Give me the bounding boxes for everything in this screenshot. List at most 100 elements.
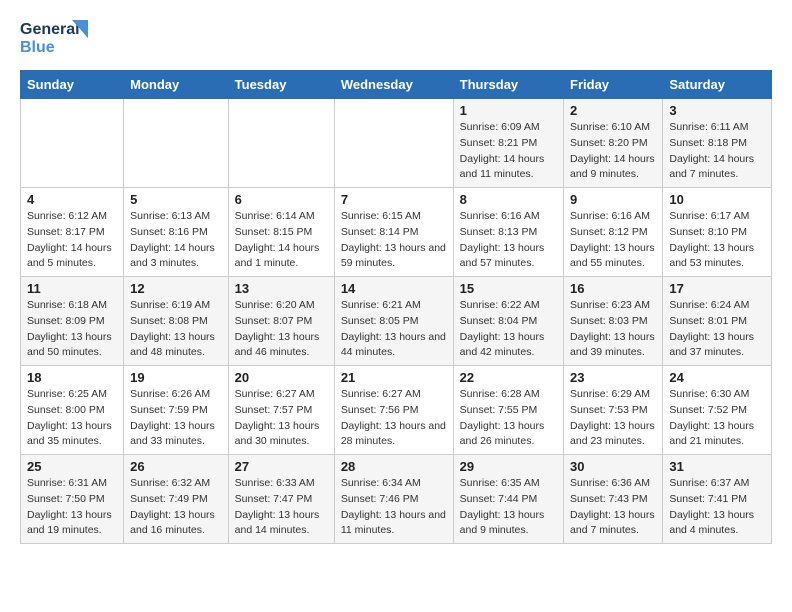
calendar-cell: 6Sunrise: 6:14 AMSunset: 8:15 PMDaylight…: [228, 188, 334, 277]
calendar-cell: [228, 99, 334, 188]
day-info: Sunrise: 6:36 AMSunset: 7:43 PMDaylight:…: [570, 476, 656, 539]
calendar-cell: 24 Sunrise: 6:30 AMSunset: 7:52 PMDayligh…: [663, 366, 772, 455]
calendar-cell: [124, 99, 229, 188]
day-number: 23: [570, 370, 656, 385]
day-number: 8: [460, 192, 557, 207]
calendar-cell: [334, 99, 453, 188]
day-info: Sunrise: 6:18 AMSunset: 8:09 PMDaylight:…: [27, 298, 117, 361]
calendar-cell: 14 Sunrise: 6:21 AMSunset: 8:05 PMDayligh…: [334, 277, 453, 366]
page-header: GeneralBlue: [20, 16, 772, 58]
day-number: 12: [130, 281, 222, 296]
day-info: Sunrise: 6:35 AMSunset: 7:44 PMDaylight:…: [460, 476, 557, 539]
calendar-table: SundayMondayTuesdayWednesdayThursdayFrid…: [20, 70, 772, 544]
svg-text:Blue: Blue: [20, 39, 55, 56]
day-info: Sunrise: 6:30 AMSunset: 7:52 PMDaylight:…: [669, 387, 765, 450]
day-info: Sunrise: 6:13 AMSunset: 8:16 PMDaylight:…: [130, 209, 222, 272]
day-info: Sunrise: 6:33 AMSunset: 7:47 PMDaylight:…: [235, 476, 328, 539]
logo-icon: GeneralBlue: [20, 16, 92, 58]
day-info: Sunrise: 6:28 AMSunset: 7:55 PMDaylight:…: [460, 387, 557, 450]
day-number: 24: [669, 370, 765, 385]
header-friday: Friday: [564, 71, 663, 99]
day-number: 11: [27, 281, 117, 296]
day-info: Sunrise: 6:21 AMSunset: 8:05 PMDaylight:…: [341, 298, 447, 361]
week-row-4: 18 Sunrise: 6:25 AMSunset: 8:00 PMDayligh…: [21, 366, 772, 455]
day-number: 19: [130, 370, 222, 385]
day-info: Sunrise: 6:09 AMSunset: 8:21 PMDaylight:…: [460, 120, 557, 183]
day-info: Sunrise: 6:16 AMSunset: 8:12 PMDaylight:…: [570, 209, 656, 272]
day-info: Sunrise: 6:10 AMSunset: 8:20 PMDaylight:…: [570, 120, 656, 183]
calendar-cell: 15 Sunrise: 6:22 AMSunset: 8:04 PMDayligh…: [453, 277, 563, 366]
day-info: Sunrise: 6:32 AMSunset: 7:49 PMDaylight:…: [130, 476, 222, 539]
day-number: 7: [341, 192, 447, 207]
week-row-1: 1 Sunrise: 6:09 AMSunset: 8:21 PMDaylight…: [21, 99, 772, 188]
calendar-header: SundayMondayTuesdayWednesdayThursdayFrid…: [21, 71, 772, 99]
calendar-cell: [21, 99, 124, 188]
calendar-cell: 1 Sunrise: 6:09 AMSunset: 8:21 PMDaylight…: [453, 99, 563, 188]
calendar-cell: 10 Sunrise: 6:17 AMSunset: 8:10 PMDayligh…: [663, 188, 772, 277]
calendar-cell: 25Sunrise: 6:31 AMSunset: 7:50 PMDayligh…: [21, 455, 124, 544]
day-number: 17: [669, 281, 765, 296]
week-row-2: 4 Sunrise: 6:12 AMSunset: 8:17 PMDaylight…: [21, 188, 772, 277]
calendar-cell: 7 Sunrise: 6:15 AMSunset: 8:14 PMDaylight…: [334, 188, 453, 277]
header-monday: Monday: [124, 71, 229, 99]
day-info: Sunrise: 6:23 AMSunset: 8:03 PMDaylight:…: [570, 298, 656, 361]
day-number: 6: [235, 192, 328, 207]
day-info: Sunrise: 6:12 AMSunset: 8:17 PMDaylight:…: [27, 209, 117, 272]
day-info: Sunrise: 6:29 AMSunset: 7:53 PMDaylight:…: [570, 387, 656, 450]
calendar-cell: 27 Sunrise: 6:33 AMSunset: 7:47 PMDayligh…: [228, 455, 334, 544]
day-info: Sunrise: 6:22 AMSunset: 8:04 PMDaylight:…: [460, 298, 557, 361]
day-info: Sunrise: 6:24 AMSunset: 8:01 PMDaylight:…: [669, 298, 765, 361]
calendar-cell: 5 Sunrise: 6:13 AMSunset: 8:16 PMDaylight…: [124, 188, 229, 277]
day-info: Sunrise: 6:27 AMSunset: 7:56 PMDaylight:…: [341, 387, 447, 450]
calendar-cell: 20 Sunrise: 6:27 AMSunset: 7:57 PMDayligh…: [228, 366, 334, 455]
calendar-cell: 18 Sunrise: 6:25 AMSunset: 8:00 PMDayligh…: [21, 366, 124, 455]
calendar-body: 1 Sunrise: 6:09 AMSunset: 8:21 PMDaylight…: [21, 99, 772, 544]
header-thursday: Thursday: [453, 71, 563, 99]
day-number: 29: [460, 459, 557, 474]
header-wednesday: Wednesday: [334, 71, 453, 99]
day-info: Sunrise: 6:17 AMSunset: 8:10 PMDaylight:…: [669, 209, 765, 272]
day-info: Sunrise: 6:31 AMSunset: 7:50 PMDaylight:…: [27, 476, 117, 539]
calendar-cell: 16 Sunrise: 6:23 AMSunset: 8:03 PMDayligh…: [564, 277, 663, 366]
header-row: SundayMondayTuesdayWednesdayThursdayFrid…: [21, 71, 772, 99]
calendar-cell: 17 Sunrise: 6:24 AMSunset: 8:01 PMDayligh…: [663, 277, 772, 366]
svg-text:General: General: [20, 21, 80, 38]
day-number: 20: [235, 370, 328, 385]
day-info: Sunrise: 6:27 AMSunset: 7:57 PMDaylight:…: [235, 387, 328, 450]
day-number: 14: [341, 281, 447, 296]
day-number: 3: [669, 103, 765, 118]
day-number: 15: [460, 281, 557, 296]
calendar-cell: 23 Sunrise: 6:29 AMSunset: 7:53 PMDayligh…: [564, 366, 663, 455]
day-info: Sunrise: 6:37 AMSunset: 7:41 PMDaylight:…: [669, 476, 765, 539]
day-number: 5: [130, 192, 222, 207]
calendar-cell: 28Sunrise: 6:34 AMSunset: 7:46 PMDayligh…: [334, 455, 453, 544]
day-info: Sunrise: 6:15 AMSunset: 8:14 PMDaylight:…: [341, 209, 447, 272]
calendar-cell: 30 Sunrise: 6:36 AMSunset: 7:43 PMDayligh…: [564, 455, 663, 544]
header-tuesday: Tuesday: [228, 71, 334, 99]
day-number: 27: [235, 459, 328, 474]
calendar-cell: 12Sunrise: 6:19 AMSunset: 8:08 PMDayligh…: [124, 277, 229, 366]
day-number: 1: [460, 103, 557, 118]
day-info: Sunrise: 6:16 AMSunset: 8:13 PMDaylight:…: [460, 209, 557, 272]
calendar-cell: 19Sunrise: 6:26 AMSunset: 7:59 PMDayligh…: [124, 366, 229, 455]
day-number: 18: [27, 370, 117, 385]
calendar-cell: 9Sunrise: 6:16 AMSunset: 8:12 PMDaylight…: [564, 188, 663, 277]
day-info: Sunrise: 6:20 AMSunset: 8:07 PMDaylight:…: [235, 298, 328, 361]
day-info: Sunrise: 6:11 AMSunset: 8:18 PMDaylight:…: [669, 120, 765, 183]
calendar-cell: 22 Sunrise: 6:28 AMSunset: 7:55 PMDayligh…: [453, 366, 563, 455]
day-info: Sunrise: 6:25 AMSunset: 8:00 PMDaylight:…: [27, 387, 117, 450]
calendar-cell: 21 Sunrise: 6:27 AMSunset: 7:56 PMDayligh…: [334, 366, 453, 455]
day-number: 16: [570, 281, 656, 296]
day-number: 4: [27, 192, 117, 207]
day-number: 10: [669, 192, 765, 207]
header-saturday: Saturday: [663, 71, 772, 99]
calendar-cell: 3 Sunrise: 6:11 AMSunset: 8:18 PMDaylight…: [663, 99, 772, 188]
day-number: 13: [235, 281, 328, 296]
day-number: 21: [341, 370, 447, 385]
day-number: 22: [460, 370, 557, 385]
calendar-cell: 31Sunrise: 6:37 AMSunset: 7:41 PMDayligh…: [663, 455, 772, 544]
day-info: Sunrise: 6:34 AMSunset: 7:46 PMDaylight:…: [341, 476, 447, 539]
calendar-cell: 26Sunrise: 6:32 AMSunset: 7:49 PMDayligh…: [124, 455, 229, 544]
day-number: 30: [570, 459, 656, 474]
logo: GeneralBlue: [20, 16, 92, 58]
